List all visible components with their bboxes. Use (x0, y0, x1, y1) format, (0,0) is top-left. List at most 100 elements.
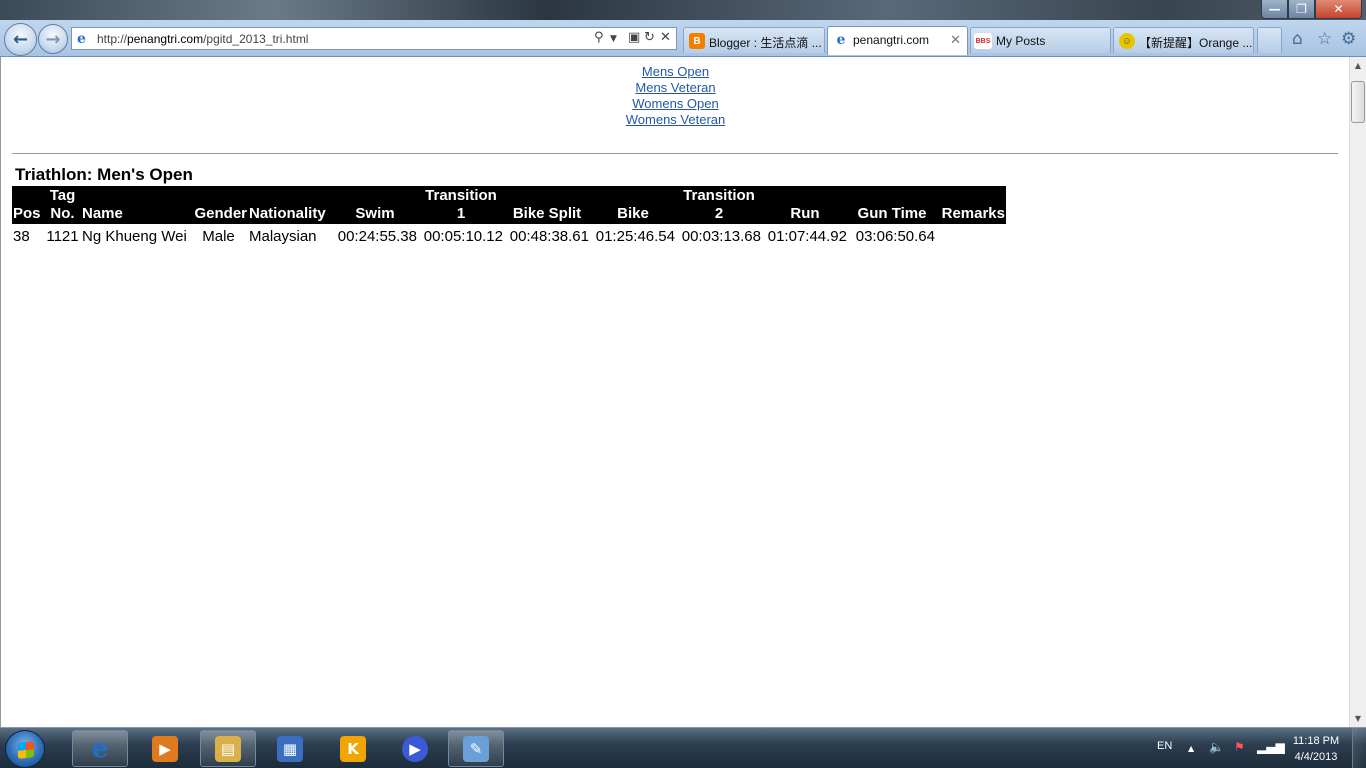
gear-icon[interactable]: ⚙ (1341, 29, 1356, 49)
arrow-left-icon: ← (12, 29, 29, 50)
column-header: Name (81, 186, 189, 224)
cell-transition-2: 00:03:13.68 (681, 228, 761, 245)
tab-label: Blogger : 生活点滴 ... (709, 36, 822, 50)
taskbar-file-explorer[interactable]: ▤ (200, 730, 256, 767)
taskbar-internet-explorer[interactable]: e (72, 730, 128, 767)
scroll-down-arrow-icon[interactable]: ▼ (1350, 710, 1366, 727)
new-tab-button[interactable] (1257, 27, 1282, 53)
table-row: 38 1121 Ng Khueng Wei Male Malaysian 00:… (12, 224, 1006, 245)
bbs-icon: BBS (974, 33, 992, 49)
url-path: /pgitd_2013_tri.html (203, 32, 309, 46)
column-header: Transition 1 (418, 186, 504, 224)
action-center-flag-icon[interactable]: ⚑ (1234, 740, 1245, 754)
windows-logo-icon (18, 741, 34, 759)
column-header: Transition 2 (676, 186, 762, 224)
column-header: Remarks (936, 186, 1006, 224)
scroll-thumb[interactable] (1351, 81, 1365, 123)
film-icon: ▦ (277, 735, 303, 762)
column-header: Pos (12, 186, 44, 224)
link-mens-open[interactable]: Mens Open (1, 64, 1350, 80)
stop-icon[interactable]: ✕ (660, 30, 671, 45)
tab-label: penangtri.com (853, 33, 930, 47)
scroll-up-arrow-icon[interactable]: ▲ (1350, 57, 1366, 74)
forward-button[interactable]: → (38, 24, 68, 54)
column-header: Run (762, 186, 848, 224)
close-tab-icon[interactable]: ✕ (950, 32, 961, 48)
taskbar-kingsoft[interactable]: K (325, 730, 381, 767)
cell-remarks (936, 224, 1006, 245)
column-header: Gun Time (848, 186, 936, 224)
url-domain: penangtri.com (127, 32, 204, 46)
internet-explorer-icon: e (91, 733, 109, 764)
link-womens-open[interactable]: Womens Open (1, 96, 1350, 112)
show-desktop-button[interactable] (1352, 728, 1366, 768)
category-links: Mens Open Mens Veteran Womens Open Women… (1, 64, 1350, 128)
cell-nationality: Malaysian (249, 228, 317, 245)
address-bar[interactable]: e http://penangtri.com/pgitd_2013_tri.ht… (71, 27, 677, 50)
home-icon[interactable]: ⌂ (1292, 29, 1303, 49)
favorites-star-icon[interactable]: ☆ (1317, 29, 1332, 49)
link-womens-veteran[interactable]: Womens Veteran (1, 112, 1350, 128)
clock-date[interactable]: 4/4/2013 (1288, 751, 1344, 763)
network-signal-icon[interactable]: ▂▄▆ (1257, 740, 1285, 754)
cell-run: 01:07:44.92 (767, 228, 847, 245)
window-titlebar[interactable] (0, 0, 1366, 20)
back-button[interactable]: ← (4, 23, 37, 56)
taskbar-media-player[interactable]: ▶ (137, 730, 193, 767)
browser-toolbar: — ❐ ✕ ← → e http://penangtri.com/pgitd_2… (0, 0, 1366, 57)
ie-page-icon: e (77, 31, 86, 47)
vertical-scrollbar[interactable]: ▲ ▼ (1349, 57, 1366, 727)
taskbar: e ▶ ▤ ▦ K ▶ ✎ EN ▲ 🔈 ⚑ ▂▄▆ 11:18 PM 4/4/… (0, 727, 1366, 768)
tab-label: 【新提醒】Orange ... (1139, 36, 1253, 50)
results-title: Triathlon: Men's Open (15, 165, 193, 184)
horizontal-rule (12, 153, 1338, 154)
minimize-button[interactable]: — (1261, 0, 1288, 19)
column-header: Swim (332, 186, 418, 224)
column-header: Bike Split (504, 186, 590, 224)
smiley-icon: ☺ (1119, 33, 1135, 49)
speaker-icon[interactable]: 🔈 (1209, 740, 1224, 754)
cell-name: Ng Khueng Wei (82, 228, 187, 245)
url-prefix: http:// (97, 32, 128, 46)
tab-blogger[interactable]: B Blogger : 生活点滴 ... (683, 27, 825, 53)
address-url[interactable]: http://penangtri.com/pgitd_2013_tri.html (97, 32, 308, 46)
column-header: Tag No. (44, 186, 81, 224)
cell-bike: 01:25:46.54 (595, 228, 675, 245)
taskbar-paint[interactable]: ✎ (448, 730, 504, 767)
tab-penangtri[interactable]: e penangtri.com ✕ (827, 26, 968, 55)
arrow-right-icon: → (45, 28, 61, 50)
cell-pos: 38 (13, 228, 30, 245)
compatibility-view-icon[interactable]: ▣ (628, 30, 640, 45)
cell-swim: 00:24:55.38 (337, 228, 417, 245)
clock-time[interactable]: 11:18 PM (1288, 735, 1344, 747)
column-header: Bike (590, 186, 676, 224)
tab-label: My Posts (996, 34, 1046, 48)
link-mens-veteran[interactable]: Mens Veteran (1, 80, 1350, 96)
cell-transition-1: 00:05:10.12 (423, 228, 503, 245)
dropdown-arrow-icon[interactable]: ▼ (610, 34, 617, 44)
language-indicator[interactable]: EN (1157, 740, 1172, 752)
media-player-icon: ▶ (152, 735, 178, 762)
search-icon[interactable]: ⚲ (594, 30, 604, 45)
blogger-icon: B (689, 33, 705, 49)
start-button[interactable] (5, 730, 45, 768)
paint-palette-icon: ✎ (463, 735, 489, 762)
cell-gun-time: 03:06:50.64 (855, 228, 935, 245)
cell-bike-split: 00:48:38.61 (509, 228, 589, 245)
taskbar-video-player[interactable]: ▶ (387, 730, 443, 767)
refresh-icon[interactable]: ↻ (644, 30, 655, 45)
results-table: Pos Tag No. Name Gender Nationality Swim … (12, 186, 1006, 245)
play-icon: ▶ (402, 735, 428, 762)
cell-gender: Male (202, 228, 235, 245)
tab-my-posts[interactable]: BBS My Posts (970, 27, 1111, 53)
close-window-button[interactable]: ✕ (1315, 0, 1362, 19)
folder-icon: ▤ (215, 735, 241, 762)
column-header: Gender (189, 186, 248, 224)
taskbar-movie-maker[interactable]: ▦ (262, 730, 318, 767)
ie-tab-icon: e (833, 32, 849, 48)
table-header-row: Pos Tag No. Name Gender Nationality Swim … (12, 186, 1006, 224)
tab-orange[interactable]: ☺ 【新提醒】Orange ... (1113, 27, 1254, 53)
show-hidden-icons-icon[interactable]: ▲ (1188, 744, 1194, 753)
page-viewport: Mens Open Mens Veteran Womens Open Women… (0, 57, 1366, 727)
maximize-button[interactable]: ❐ (1288, 0, 1315, 19)
